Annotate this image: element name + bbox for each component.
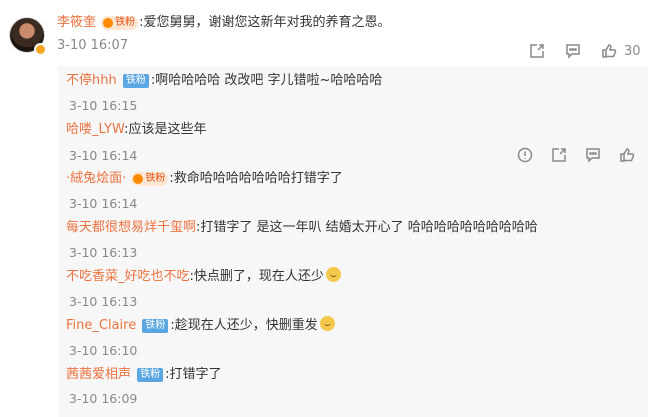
comment-icon[interactable] xyxy=(584,146,602,164)
reply-text: :趁现在人还少，快删重发 xyxy=(170,318,318,333)
like-icon[interactable] xyxy=(618,146,636,164)
reply-author[interactable]: 哈喽_LYW xyxy=(66,122,124,137)
doge-emoji-icon xyxy=(319,316,335,331)
doge-emoji-icon xyxy=(325,267,341,282)
reply-item: 不停hhh 铁粉:啊哈哈哈哈 改改吧 字儿错啦~哈哈哈哈 xyxy=(66,71,382,91)
reply-text: :救命哈哈哈哈哈哈哈打错字了 xyxy=(169,171,343,186)
reply-item: 哈喽_LYW:应该是这些年 xyxy=(66,120,206,140)
reply-text: :打错字了 是这一年叭 结婚太开心了 哈哈哈哈哈哈哈哈哈哈 xyxy=(196,220,538,235)
reply-item: Fine_Claire 铁粉:趁现在人还少，快删重发 xyxy=(66,316,335,336)
reply-time: 3-10 16:09 xyxy=(69,391,138,406)
reply-actions xyxy=(516,146,636,164)
reply-item: 不吃香菜_好吃也不吃:快点删了，现在人还少 xyxy=(66,267,341,287)
like-count: 30 xyxy=(624,43,641,59)
reply-time: 3-10 16:15 xyxy=(69,98,138,113)
reply-author[interactable]: 不停hhh xyxy=(66,73,117,88)
like-icon xyxy=(600,42,618,60)
like-button[interactable]: 30 xyxy=(600,42,641,60)
reply-time: 3-10 16:14 xyxy=(69,196,138,211)
verified-badge-icon xyxy=(34,43,47,56)
comment-icon[interactable] xyxy=(564,42,582,60)
reply-author[interactable]: 茜茜爱相声 xyxy=(66,367,131,382)
reply-time: 3-10 16:13 xyxy=(69,294,138,309)
reply-text: :应该是这些年 xyxy=(124,122,207,137)
comment-author[interactable]: 李筱奎 xyxy=(57,15,96,30)
reply-author[interactable]: Fine_Claire xyxy=(66,318,136,333)
reply-item: ·絨兔烩面· 铁粉:救命哈哈哈哈哈哈哈打错字了 xyxy=(66,169,343,189)
reply-text: :快点删了，现在人还少 xyxy=(189,269,324,284)
fan-badge[interactable]: 铁粉 xyxy=(131,172,169,186)
reply-item: 茜茜爱相声 铁粉:打错字了 xyxy=(66,365,222,385)
main-comment: 李筱奎 铁粉:爱您舅舅，谢谢您这新年对我的养育之恩。 xyxy=(57,13,391,33)
reply-text: :打错字了 xyxy=(165,367,222,382)
fan-badge[interactable]: 铁粉 xyxy=(101,16,139,30)
share-icon[interactable] xyxy=(528,42,546,60)
reply-time: 3-10 16:13 xyxy=(69,245,138,260)
reply-author[interactable]: 不吃香菜_好吃也不吃 xyxy=(66,269,190,284)
reply-time: 3-10 16:10 xyxy=(69,343,138,358)
fan-badge[interactable]: 铁粉 xyxy=(122,74,149,88)
reply-author[interactable]: 每天都很想易烊千玺啊 xyxy=(66,220,196,235)
fan-badge[interactable]: 铁粉 xyxy=(142,319,169,333)
share-icon[interactable] xyxy=(550,146,568,164)
reply-time: 3-10 16:14 xyxy=(69,148,138,163)
reply-item: 每天都很想易烊千玺啊:打错字了 是这一年叭 结婚太开心了 哈哈哈哈哈哈哈哈哈哈 xyxy=(66,218,538,238)
comment-text: :爱您舅舅，谢谢您这新年对我的养育之恩。 xyxy=(139,15,391,30)
reply-text: :啊哈哈哈哈 改改吧 字儿错啦~哈哈哈哈 xyxy=(150,73,383,88)
fan-badge[interactable]: 铁粉 xyxy=(137,368,164,382)
comment-time: 3-10 16:07 xyxy=(57,38,129,53)
comment-actions: 30 xyxy=(528,42,641,60)
report-icon[interactable] xyxy=(516,146,534,164)
reply-author[interactable]: ·絨兔烩面· xyxy=(66,171,126,186)
